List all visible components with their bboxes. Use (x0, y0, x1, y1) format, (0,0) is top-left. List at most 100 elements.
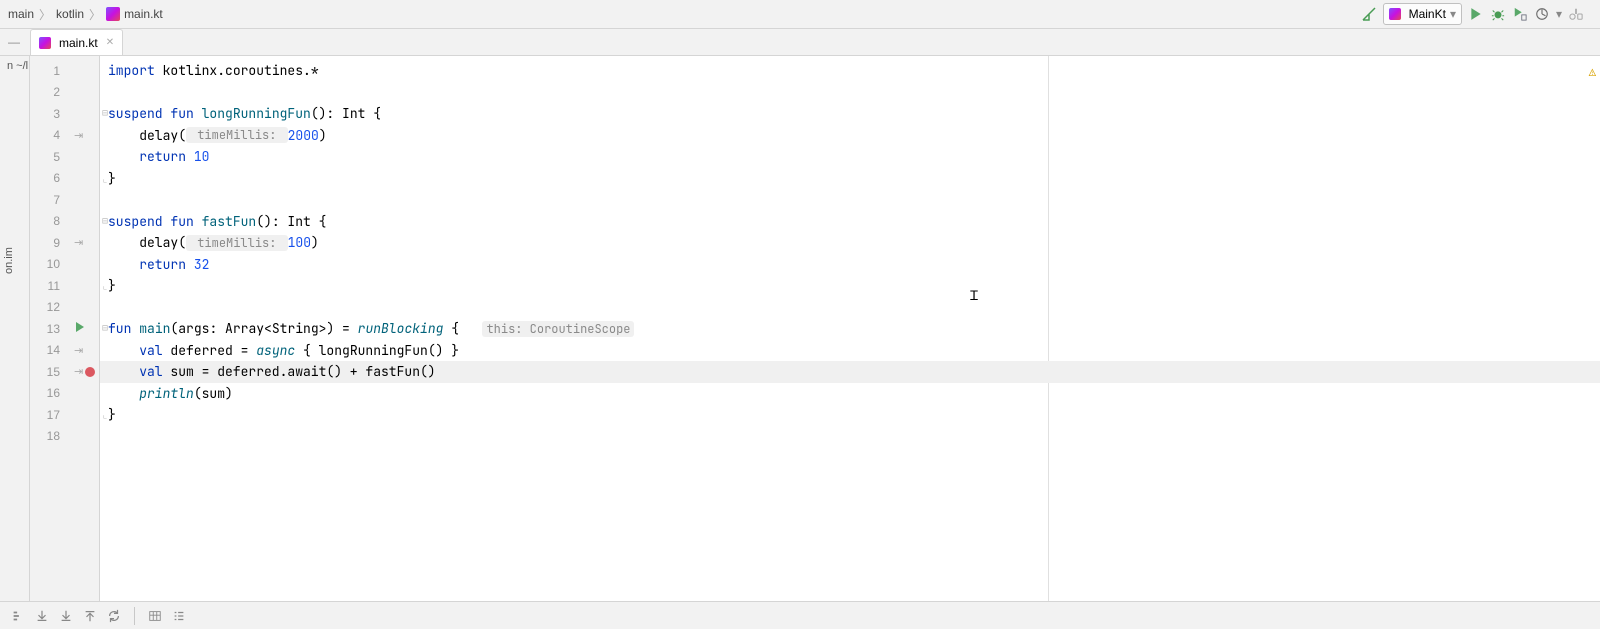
minimize-icon[interactable]: — (8, 35, 24, 49)
suspend-call-icon[interactable]: ⇥ (74, 129, 83, 142)
inspection-warning-icon[interactable]: ⚠ (1589, 64, 1596, 80)
close-icon[interactable]: ✕ (102, 37, 114, 48)
line-number: 2 (30, 85, 66, 99)
gutter-row[interactable]: 12 (30, 297, 99, 319)
build-icon[interactable] (1361, 6, 1377, 22)
line-number: 9 (30, 236, 66, 250)
run-icon[interactable] (1468, 6, 1484, 22)
toolwin-label[interactable]: on.im (3, 247, 15, 274)
chevron-down-icon[interactable]: ▾ (1556, 7, 1562, 21)
code-line[interactable]: return 10 (108, 146, 209, 168)
code-line[interactable]: ⊟suspend fun fastFun(): Int { (108, 211, 326, 233)
gutter-row[interactable]: 18 (30, 426, 99, 448)
stop-icon[interactable] (1568, 6, 1584, 22)
code-editor[interactable]: ⚠ Ꮖ import kotlinx.coroutines.* ⊟suspend … (100, 56, 1600, 612)
gutter-row[interactable]: 4⇥ (30, 125, 99, 147)
run-gutter-icon[interactable] (74, 321, 86, 336)
code-line[interactable]: ⌞} (108, 404, 116, 426)
code-line[interactable]: val sum = deferred.await() + fastFun() (108, 361, 436, 383)
line-number: 13 (30, 322, 66, 336)
code-line[interactable]: val deferred = async { longRunningFun() … (108, 340, 459, 362)
tool-window-strip-left[interactable]: n ~/l on.im (0, 56, 30, 612)
sync-icon[interactable] (106, 608, 122, 624)
line-number: 17 (30, 408, 66, 422)
coverage-icon[interactable] (1512, 6, 1528, 22)
line-number: 1 (30, 64, 66, 78)
top-toolbar: main 〉 kotlin 〉 main.kt MainKt ▾ ▾ (0, 0, 1600, 29)
gutter-row[interactable]: 14 ⇥ (30, 340, 99, 362)
line-number: 3 (30, 107, 66, 121)
code-line[interactable]: ⌞} (108, 275, 116, 297)
gutter-row[interactable]: 11 (30, 275, 99, 297)
fold-icon[interactable]: ⊟ (102, 321, 108, 334)
file-tab[interactable]: main.kt ✕ (30, 29, 123, 55)
gutter-row[interactable]: 8 (30, 211, 99, 233)
code-line[interactable]: ⊟fun main(args: Array<String>) = runBloc… (108, 318, 634, 340)
kotlin-icon (1389, 8, 1401, 20)
gutter-row[interactable]: 2 (30, 82, 99, 104)
gutter-row[interactable]: 7 (30, 189, 99, 211)
code-line[interactable]: ⌞} (108, 168, 116, 190)
fold-icon[interactable]: ⊟ (102, 214, 108, 227)
table-icon[interactable] (147, 608, 163, 624)
profiler-icon[interactable] (1534, 6, 1550, 22)
line-number: 14 (30, 343, 66, 357)
gutter-row[interactable]: 6 (30, 168, 99, 190)
toolwin-label[interactable]: n ~/l (7, 60, 28, 72)
upload-icon[interactable] (82, 608, 98, 624)
code-line[interactable]: import kotlinx.coroutines.* (108, 60, 319, 82)
breadcrumb-item[interactable]: main (6, 7, 36, 21)
breakpoint-icon[interactable] (85, 367, 95, 377)
line-number: 8 (30, 214, 66, 228)
code-line[interactable]: delay( timeMillis: 2000) (108, 125, 327, 147)
breadcrumb-item[interactable]: main.kt (104, 7, 165, 21)
gutter-row[interactable]: 5 (30, 146, 99, 168)
debug-icon[interactable] (1490, 6, 1506, 22)
download-icon[interactable] (34, 608, 50, 624)
gutter-row[interactable]: 16 (30, 383, 99, 405)
code-line[interactable]: println(sum) (108, 383, 233, 405)
gutter-row[interactable]: 15 ⇥ (30, 361, 99, 383)
code-line[interactable]: ⊟suspend fun longRunningFun(): Int { (108, 103, 381, 125)
status-bar (0, 601, 1600, 629)
line-number: 12 (30, 300, 66, 314)
breadcrumb-item[interactable]: kotlin (54, 7, 86, 21)
line-number: 18 (30, 429, 66, 443)
text-cursor: Ꮖ (970, 288, 972, 304)
fold-end-icon: ⌞ (102, 172, 108, 185)
line-number: 5 (30, 150, 66, 164)
gutter-row[interactable]: 1 (30, 60, 99, 82)
run-config-label: MainKt (1409, 7, 1446, 21)
line-number: 6 (30, 171, 66, 185)
right-margin-line (1048, 56, 1049, 612)
list-icon[interactable] (171, 608, 187, 624)
line-number: 15 (30, 365, 66, 379)
code-line[interactable]: return 32 (108, 254, 209, 276)
fold-end-icon: ⌞ (102, 408, 108, 421)
kotlin-file-icon (106, 7, 120, 21)
gutter-row[interactable]: 3 (30, 103, 99, 125)
breadcrumb-sep: 〉 (86, 6, 104, 23)
line-number: 10 (30, 257, 66, 271)
editor-gutter[interactable]: 1234⇥56789⇥1011121314⇥15⇥161718 (30, 56, 100, 612)
gutter-row[interactable]: 9⇥ (30, 232, 99, 254)
structure-icon[interactable] (10, 608, 26, 624)
gutter-row[interactable]: 17 (30, 404, 99, 426)
suspend-call-icon[interactable]: ⇥ (74, 236, 83, 249)
suspend-call-icon[interactable]: ⇥ (74, 365, 83, 378)
file-tab-label: main.kt (59, 36, 98, 50)
code-line[interactable]: delay( timeMillis: 100) (108, 232, 319, 254)
file-tab-bar: — main.kt ✕ (0, 29, 1600, 56)
breadcrumb-sep: 〉 (36, 6, 54, 23)
download-icon[interactable] (58, 608, 74, 624)
toolbar-right: MainKt ▾ ▾ (1361, 3, 1594, 25)
suspend-call-icon[interactable]: ⇥ (74, 344, 83, 357)
fold-icon[interactable]: ⊟ (102, 106, 108, 119)
gutter-row[interactable]: 10 (30, 254, 99, 276)
line-number: 7 (30, 193, 66, 207)
separator (134, 607, 135, 625)
line-number: 11 (30, 279, 66, 293)
run-config-selector[interactable]: MainKt ▾ (1383, 3, 1462, 25)
gutter-row[interactable]: 13 (30, 318, 99, 340)
line-number: 16 (30, 386, 66, 400)
